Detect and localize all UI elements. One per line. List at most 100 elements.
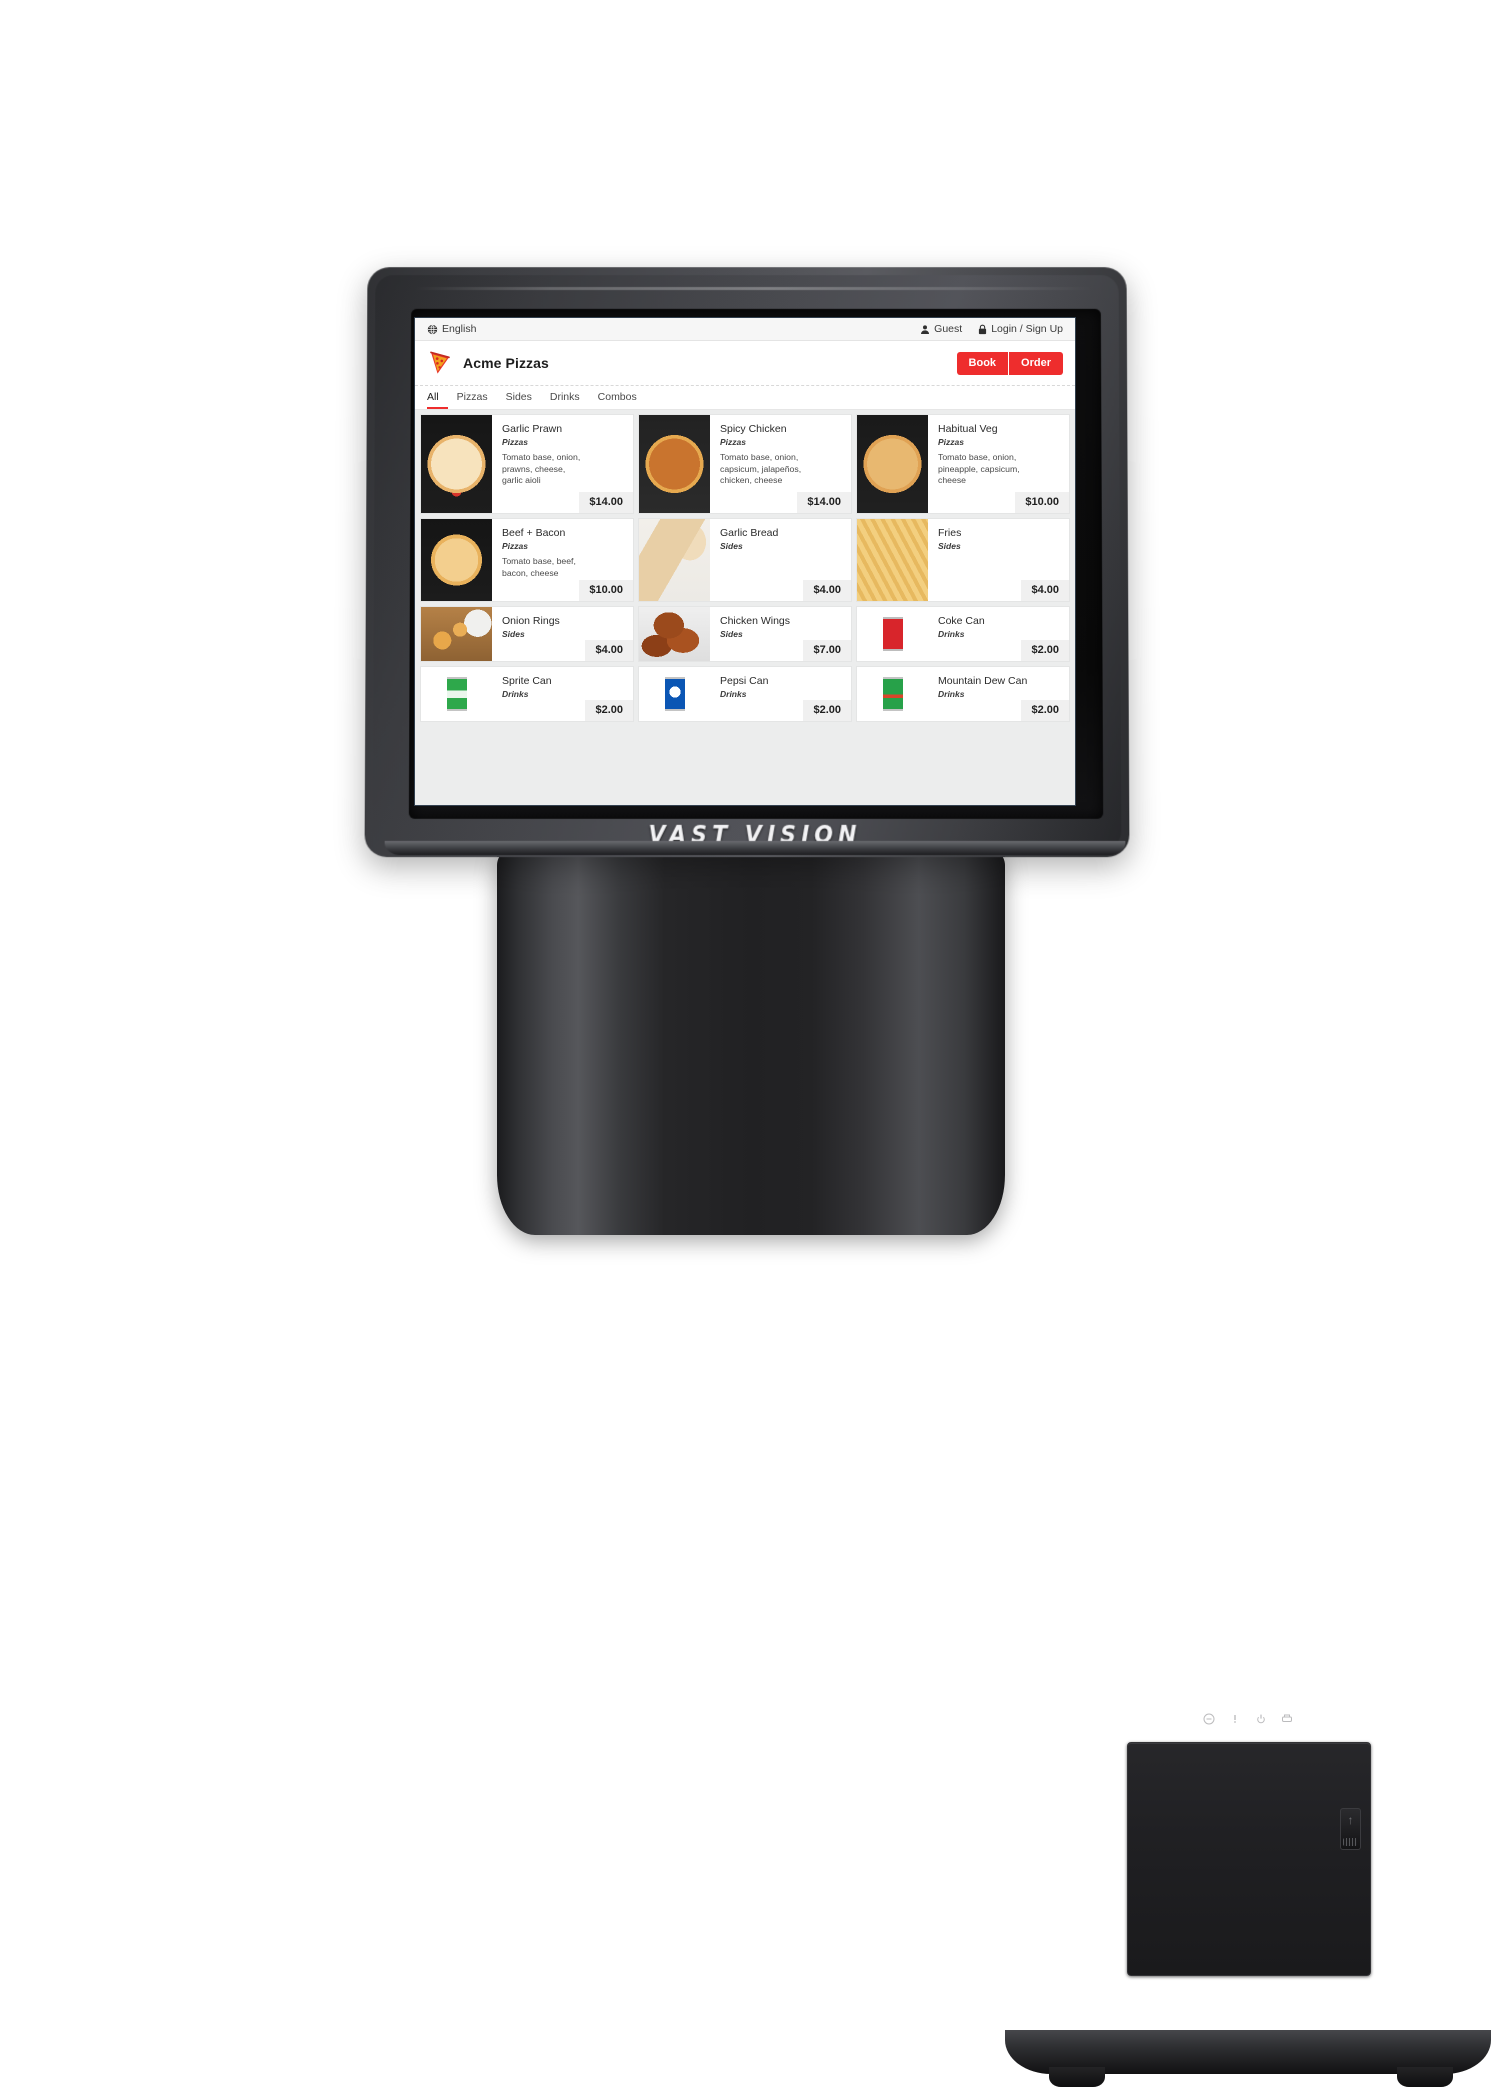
item-price: $10.00 <box>1015 492 1069 513</box>
item-category: Drinks <box>720 689 843 700</box>
pizza-slice-icon <box>427 350 453 376</box>
item-image-spicy-chicken <box>639 415 710 513</box>
tab-sides[interactable]: Sides <box>497 386 541 409</box>
item-name: Onion Rings <box>502 615 625 628</box>
lock-icon <box>978 324 987 335</box>
item-name: Beef + Bacon <box>502 527 625 540</box>
item-name: Mountain Dew Can <box>938 675 1061 688</box>
bezel-top-highlight <box>415 287 1093 290</box>
menu-item-card[interactable]: Mountain Dew Can Drinks $2.00 <box>857 667 1069 721</box>
item-category: Drinks <box>938 689 1061 700</box>
printer-feed-icon <box>1281 1713 1293 1725</box>
menu-row: Onion Rings Sides $4.00 Chicken Wings Si… <box>421 607 1069 661</box>
category-tabs: All Pizzas Sides Drinks Combos <box>415 386 1075 410</box>
pos-terminal: ↑ VAST VISION English Guest Login / Sign… <box>0 0 1500 1500</box>
book-button[interactable]: Book <box>957 352 1010 375</box>
printer-door-latch[interactable]: ↑ <box>1340 1808 1361 1850</box>
item-category: Pizzas <box>502 541 625 552</box>
tab-all[interactable]: All <box>427 386 448 409</box>
guest-label: Guest <box>934 323 962 335</box>
item-price: $2.00 <box>1021 700 1069 721</box>
item-price: $4.00 <box>1021 580 1069 601</box>
menu-row: Garlic Prawn Pizzas Tomato base, onion, … <box>421 415 1069 513</box>
menu-item-card[interactable]: Garlic Bread Sides $4.00 <box>639 519 851 601</box>
language-label: English <box>442 323 476 335</box>
error-status-icon <box>1229 1713 1241 1725</box>
item-price: $4.00 <box>585 640 633 661</box>
item-price: $2.00 <box>1021 640 1069 661</box>
user-icon <box>920 324 930 335</box>
power-status-icon <box>1255 1713 1267 1725</box>
menu-grid: Garlic Prawn Pizzas Tomato base, onion, … <box>415 410 1075 805</box>
bezel-bottom-edge <box>385 841 1126 855</box>
printer-foot-left <box>1049 2067 1105 2087</box>
item-description: Tomato base, onion, pineapple, capsicum,… <box>938 452 1061 486</box>
printer-indicator-row <box>1203 1711 1293 1727</box>
menu-row: Beef + Bacon Pizzas Tomato base, beef, b… <box>421 519 1069 601</box>
item-description: Tomato base, onion, prawns, cheese, garl… <box>502 452 625 486</box>
order-button[interactable]: Order <box>1009 352 1063 375</box>
menu-item-card[interactable]: Beef + Bacon Pizzas Tomato base, beef, b… <box>421 519 633 601</box>
tab-pizzas[interactable]: Pizzas <box>448 386 497 409</box>
item-image-fries <box>857 519 928 601</box>
item-image-chicken-wings <box>639 607 710 661</box>
language-selector[interactable]: English <box>427 323 476 335</box>
item-description: Tomato base, beef, bacon, cheese <box>502 556 625 579</box>
item-name: Chicken Wings <box>720 615 843 628</box>
menu-item-card[interactable]: Coke Can Drinks $2.00 <box>857 607 1069 661</box>
item-price: $10.00 <box>579 580 633 601</box>
item-name: Garlic Prawn <box>502 423 625 436</box>
item-name: Sprite Can <box>502 675 625 688</box>
item-price: $14.00 <box>579 492 633 513</box>
utility-bar: English Guest Login / Sign Up <box>415 318 1075 341</box>
menu-item-card[interactable]: Habitual Veg Pizzas Tomato base, onion, … <box>857 415 1069 513</box>
latch-up-arrow-icon: ↑ <box>1348 1814 1354 1826</box>
item-price: $2.00 <box>803 700 851 721</box>
item-category: Sides <box>720 629 843 640</box>
item-image-coke-can <box>857 607 928 661</box>
item-name: Spicy Chicken <box>720 423 843 436</box>
menu-item-card[interactable]: Sprite Can Drinks $2.00 <box>421 667 633 721</box>
item-price: $7.00 <box>803 640 851 661</box>
globe-icon <box>427 324 438 335</box>
item-category: Drinks <box>938 629 1061 640</box>
item-category: Sides <box>502 629 625 640</box>
menu-row: Sprite Can Drinks $2.00 Pepsi Can Drinks… <box>421 667 1069 721</box>
item-name: Habitual Veg <box>938 423 1061 436</box>
item-image-mountain-dew-can <box>857 667 928 721</box>
item-image-sprite-can <box>421 667 492 721</box>
tab-drinks[interactable]: Drinks <box>541 386 589 409</box>
item-name: Garlic Bread <box>720 527 843 540</box>
menu-item-card[interactable]: Chicken Wings Sides $7.00 <box>639 607 851 661</box>
item-image-habitual-veg <box>857 415 928 513</box>
item-category: Sides <box>720 541 843 552</box>
header-actions: Book Order <box>957 352 1063 375</box>
item-category: Sides <box>938 541 1061 552</box>
item-image-onion-rings <box>421 607 492 661</box>
item-image-garlic-bread <box>639 519 710 601</box>
item-category: Drinks <box>502 689 625 700</box>
item-image-garlic-prawn <box>421 415 492 513</box>
item-name: Fries <box>938 527 1061 540</box>
page-title: Acme Pizzas <box>463 355 549 371</box>
item-category: Pizzas <box>720 437 843 448</box>
item-image-pepsi-can <box>639 667 710 721</box>
item-price: $14.00 <box>797 492 851 513</box>
printer-foot-right <box>1397 2067 1453 2087</box>
login-signup-link[interactable]: Login / Sign Up <box>978 323 1063 335</box>
tab-combos[interactable]: Combos <box>589 386 646 409</box>
menu-item-card[interactable]: Pepsi Can Drinks $2.00 <box>639 667 851 721</box>
menu-item-card[interactable]: Fries Sides $4.00 <box>857 519 1069 601</box>
latch-grip <box>1343 1838 1357 1846</box>
printer-paper-door[interactable] <box>1127 1742 1371 1976</box>
guest-account[interactable]: Guest <box>920 323 962 335</box>
printer-base-unit: ↑ <box>497 845 1005 1235</box>
item-price: $2.00 <box>585 700 633 721</box>
menu-item-card[interactable]: Garlic Prawn Pizzas Tomato base, onion, … <box>421 415 633 513</box>
item-price: $4.00 <box>803 580 851 601</box>
menu-item-card[interactable]: Spicy Chicken Pizzas Tomato base, onion,… <box>639 415 851 513</box>
pos-screen-content: English Guest Login / Sign Up Acme Pizza… <box>415 318 1075 805</box>
store-header: Acme Pizzas Book Order <box>415 341 1075 386</box>
item-category: Pizzas <box>502 437 625 448</box>
menu-item-card[interactable]: Onion Rings Sides $4.00 <box>421 607 633 661</box>
